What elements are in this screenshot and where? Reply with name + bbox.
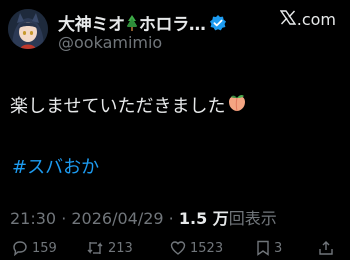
author-name-row[interactable]: 大神ミオ ホロラ… [58, 10, 227, 35]
verified-badge-icon [209, 14, 227, 32]
reply-button[interactable]: 159 [12, 240, 57, 256]
peach-icon [227, 93, 247, 118]
avatar[interactable] [8, 9, 48, 49]
tweet-time[interactable]: 21:30 [10, 209, 56, 228]
bookmark-count: 3 [274, 240, 283, 256]
display-name-suffix[interactable]: ホロラ… [139, 10, 206, 35]
views-count: 1.5 万 [178, 209, 229, 228]
reply-icon [13, 241, 27, 256]
tweet-text: 楽しませていただきました [10, 92, 247, 118]
retweet-button[interactable]: 213 [86, 240, 133, 256]
like-count: 1523 [190, 240, 224, 256]
brand-watermark: .com [279, 10, 336, 29]
bookmark-button[interactable]: 3 [256, 240, 282, 256]
author-handle[interactable]: @ookamimio [58, 33, 162, 52]
retweet-count: 213 [108, 240, 133, 256]
like-button[interactable]: 1523 [170, 240, 223, 256]
christmas-tree-icon [126, 14, 138, 32]
tweet-meta: 21:30 · 2026/04/29 · 1.5 万回表示 [10, 205, 277, 229]
action-bar: 159 213 1523 3 [0, 240, 350, 260]
hashtag-link[interactable]: #スバおか [12, 153, 99, 179]
tweet-date[interactable]: 2026/04/29 [71, 209, 163, 228]
share-button[interactable] [318, 240, 338, 256]
heart-icon [170, 241, 186, 255]
reply-count: 159 [32, 240, 57, 256]
views-label: 回表示 [228, 209, 277, 228]
meta-separator-2: · [163, 209, 179, 228]
meta-separator: · [56, 209, 72, 228]
retweet-icon [87, 242, 103, 254]
share-icon [319, 241, 333, 255]
display-name[interactable]: 大神ミオ [58, 10, 125, 35]
x-logo-icon [279, 10, 297, 29]
brand-label: .com [296, 10, 336, 29]
bookmark-icon [257, 240, 269, 256]
tweet-body: 楽しませていただきました [10, 96, 226, 117]
